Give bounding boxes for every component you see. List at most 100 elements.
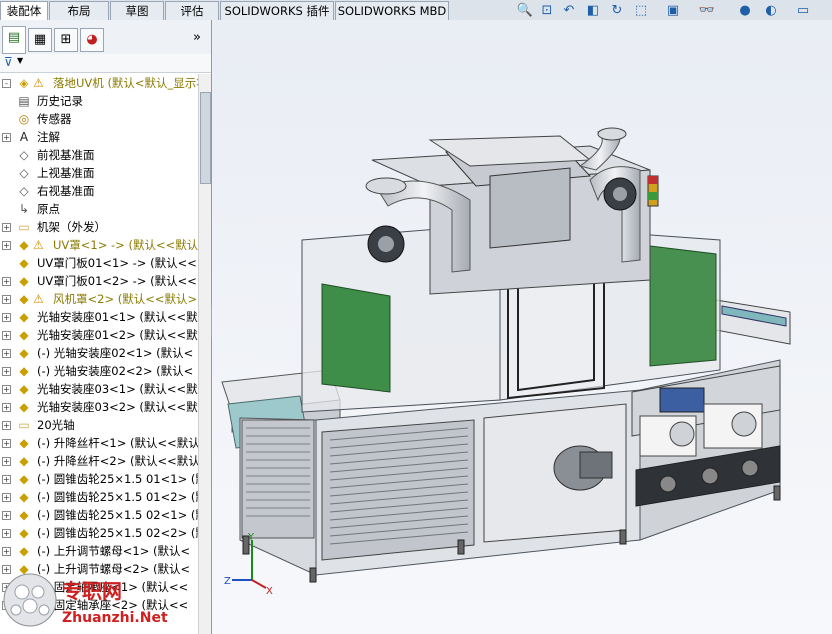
expand-icon[interactable]: + bbox=[2, 295, 11, 304]
appearance-icon[interactable]: ● bbox=[736, 2, 754, 20]
view-orientation-icon[interactable]: ⬚ bbox=[632, 2, 650, 20]
tree-item-label: (-) 圆锥齿轮25×1.5 02<2> (默 bbox=[37, 526, 198, 540]
hide-show-icon[interactable]: 👓 bbox=[698, 2, 716, 20]
tab-evaluate[interactable]: 评估 bbox=[165, 1, 219, 20]
tab-solidworks-addins[interactable]: SOLIDWORKS 插件 bbox=[220, 1, 334, 20]
tree-item[interactable]: + ◆ (-) 光轴安装座02<2> (默认< bbox=[0, 362, 198, 380]
configuration-manager-tab-icon[interactable]: ⊞ bbox=[54, 28, 78, 52]
filter-dropdown-icon[interactable]: ▼ bbox=[17, 56, 23, 65]
tree-item-label: 落地UV机 (默认<默认_显示状 bbox=[53, 76, 198, 90]
tree-item-label: 原点 bbox=[37, 202, 60, 216]
origin-icon: ↳ bbox=[18, 202, 30, 216]
filter-icon[interactable]: ⊽ bbox=[4, 55, 13, 69]
tree-item[interactable]: + ◆ (-) 圆锥齿轮25×1.5 01<2> (默 bbox=[0, 488, 198, 506]
tree-item-label: (-) 圆锥齿轮25×1.5 01<2> (默 bbox=[37, 490, 198, 504]
expand-icon[interactable]: + bbox=[2, 385, 11, 394]
watermark-url: Zhuanzhi.Net bbox=[62, 610, 168, 626]
expand-icon[interactable]: + bbox=[2, 529, 11, 538]
tree-item-label: (-) 上升调节螺母<1> (默认< bbox=[37, 544, 191, 558]
tree-item[interactable]: + ◆ (-) 圆锥齿轮25×1.5 02<1> (默 bbox=[0, 506, 198, 524]
tree-item-label: 光轴安装座01<1> (默认<<默 bbox=[37, 310, 198, 324]
feature-manager-tab-icon[interactable]: ▤ bbox=[2, 26, 26, 54]
heads-up-view-toolbar: 🔍 ⊡ ↶ ◧ ↻ ⬚ ▣ 👓 ● ◐ ▭ bbox=[512, 2, 832, 20]
tree-item-label: 光轴安装座01<2> (默认<<默 bbox=[37, 328, 198, 342]
tree-item[interactable]: ▤ 历史记录 bbox=[0, 92, 198, 110]
plane-icon: ◇ bbox=[19, 184, 29, 198]
tree-item[interactable]: + ◆ (-) 升降丝杆<1> (默认<<默认 bbox=[0, 434, 198, 452]
panel-expand-icon[interactable]: » bbox=[193, 30, 201, 45]
tree-item[interactable]: + ◆ 光轴安装座01<1> (默认<<默 bbox=[0, 308, 198, 326]
dynamic-annotation-icon[interactable]: ↻ bbox=[608, 2, 626, 20]
tree-item-label: UV罩门板01<1> -> (默认<< bbox=[37, 256, 197, 270]
tree-item[interactable]: ◇ 右视基准面 bbox=[0, 182, 198, 200]
feature-tree: - ◈ ⚠ 落地UV机 (默认<默认_显示状 ▤ 历史记录 ◎ 传感器 + A 注解 ◇ 前视基准面 ◇ 上… bbox=[0, 74, 198, 634]
part-icon: ◆ bbox=[19, 382, 29, 396]
sensor-icon: ◎ bbox=[18, 112, 30, 126]
tab-layout[interactable]: 布局 bbox=[49, 1, 109, 20]
tree-item-label: UV罩门板01<2> -> (默认<< bbox=[37, 274, 197, 288]
tree-item[interactable]: - ◈ ⚠ 落地UV机 (默认<默认_显示状 bbox=[0, 74, 198, 92]
tree-item[interactable]: + ◆ ⚠ 风机罩<2> (默认<<默认> bbox=[0, 290, 198, 308]
plane-icon: ◇ bbox=[19, 148, 29, 162]
tree-item[interactable]: + ◆ (-) 光轴安装座02<1> (默认< bbox=[0, 344, 198, 362]
tree-item-label: 前视基准面 bbox=[37, 148, 95, 162]
expand-icon[interactable]: + bbox=[2, 421, 11, 430]
expand-icon[interactable]: + bbox=[2, 349, 11, 358]
property-manager-tab-icon[interactable]: ▦ bbox=[28, 28, 52, 52]
zoom-area-icon[interactable]: ⊡ bbox=[538, 2, 556, 20]
tree-item[interactable]: + ▭ 20光轴 bbox=[0, 416, 198, 434]
section-view-icon[interactable]: ◧ bbox=[584, 2, 602, 20]
tree-scrollbar[interactable] bbox=[198, 74, 211, 634]
tree-item[interactable]: + ◆ (-) 圆锥齿轮25×1.5 02<2> (默 bbox=[0, 524, 198, 542]
expand-icon[interactable]: + bbox=[2, 277, 11, 286]
expand-icon[interactable]: + bbox=[2, 439, 11, 448]
scene-icon[interactable]: ◐ bbox=[762, 2, 780, 20]
expand-icon[interactable]: + bbox=[2, 493, 11, 502]
tree-item[interactable]: + ◆ UV罩门板01<2> -> (默认<< bbox=[0, 272, 198, 290]
expand-icon[interactable]: + bbox=[2, 403, 11, 412]
tree-item[interactable]: ◇ 上视基准面 bbox=[0, 164, 198, 182]
display-settings-icon[interactable]: ▭ bbox=[794, 2, 812, 20]
tree-item[interactable]: + ◆ 光轴安装座03<1> (默认<<默 bbox=[0, 380, 198, 398]
tab-assembly[interactable]: 装配体 bbox=[0, 1, 48, 21]
expand-icon[interactable]: + bbox=[2, 331, 11, 340]
tree-item[interactable]: + ▭ 机架（外发） bbox=[0, 218, 198, 236]
expand-icon[interactable]: + bbox=[2, 133, 11, 142]
tree-item[interactable]: ◇ 前视基准面 bbox=[0, 146, 198, 164]
part-icon: ◆ bbox=[19, 544, 29, 558]
graphics-area[interactable]: Y Z X bbox=[212, 20, 832, 634]
warning-icon: ⚠ bbox=[33, 76, 44, 90]
display-manager-tab-icon[interactable]: ◕ bbox=[80, 28, 104, 52]
tree-item[interactable]: ◆ UV罩门板01<1> -> (默认<< bbox=[0, 254, 198, 272]
assembly-3d-model: Y Z X bbox=[212, 20, 832, 634]
tree-item[interactable]: + ◆ 光轴安装座01<2> (默认<<默 bbox=[0, 326, 198, 344]
tab-solidworks-mbd[interactable]: SOLIDWORKS MBD bbox=[335, 1, 449, 20]
tree-item[interactable]: + A 注解 bbox=[0, 128, 198, 146]
expand-icon[interactable]: + bbox=[2, 475, 11, 484]
collapse-icon[interactable]: - bbox=[2, 79, 11, 88]
zoom-to-fit-icon[interactable]: 🔍 bbox=[516, 2, 534, 20]
expand-icon[interactable]: + bbox=[2, 511, 11, 520]
tree-item[interactable]: + ◆ 光轴安装座03<2> (默认<<默 bbox=[0, 398, 198, 416]
expand-icon[interactable]: + bbox=[2, 313, 11, 322]
tree-item[interactable]: + ◆ (-) 圆锥齿轮25×1.5 01<1> (默 bbox=[0, 470, 198, 488]
display-style-icon[interactable]: ▣ bbox=[664, 2, 682, 20]
tree-item[interactable]: + ◆ (-) 升降丝杆<2> (默认<<默认 bbox=[0, 452, 198, 470]
tree-item[interactable]: + ◆ ⚠ UV罩<1> -> (默认<<默认 bbox=[0, 236, 198, 254]
expand-icon[interactable]: + bbox=[2, 223, 11, 232]
tree-item[interactable]: ◎ 传感器 bbox=[0, 110, 198, 128]
tree-item-label: 传感器 bbox=[37, 112, 72, 126]
tree-item[interactable]: ↳ 原点 bbox=[0, 200, 198, 218]
tree-item[interactable]: + ◆ (-) 上升调节螺母<1> (默认< bbox=[0, 542, 198, 560]
expand-icon[interactable]: + bbox=[2, 457, 11, 466]
tree-item-label: (-) 光轴安装座02<2> (默认< bbox=[37, 364, 194, 378]
expand-icon[interactable]: + bbox=[2, 241, 11, 250]
part-icon: ◆ bbox=[19, 472, 29, 486]
previous-view-icon[interactable]: ↶ bbox=[560, 2, 578, 20]
tab-sketch[interactable]: 草图 bbox=[110, 1, 164, 20]
expand-icon[interactable]: + bbox=[2, 547, 11, 556]
expand-icon[interactable]: + bbox=[2, 367, 11, 376]
plane-icon: ◇ bbox=[19, 166, 29, 180]
tree-scrollbar-thumb[interactable] bbox=[200, 92, 211, 184]
part-icon: ◆ bbox=[19, 310, 29, 324]
